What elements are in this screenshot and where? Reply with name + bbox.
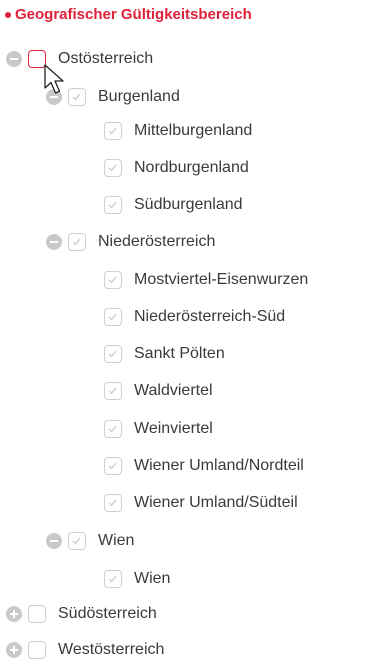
node-label-niederoesterreich-sued: Niederösterreich-Süd [134,308,286,325]
tree-node-mittelburgenland: Mittelburgenland [104,119,252,143]
checkbox-wien-group[interactable] [68,532,86,550]
tree-node-suedburgenland: Südburgenland [104,193,243,217]
checkbox-mittelburgenland[interactable] [104,122,122,140]
collapse-toggle-icon[interactable] [6,51,22,67]
tree-node-mostviertel-eisenwurzen: Mostviertel-Eisenwurzen [104,268,308,292]
checkbox-waldviertel[interactable] [104,382,122,400]
node-label-waldviertel: Waldviertel [134,382,213,399]
expand-toggle-icon[interactable] [6,642,22,658]
collapse-toggle-icon[interactable] [46,234,62,250]
bullet-icon [5,11,11,18]
node-label-suedoesterreich: Südösterreich [58,605,157,622]
node-label-mittelburgenland: Mittelburgenland [134,122,253,139]
mouse-pointer-icon [44,64,64,94]
collapse-toggle-icon[interactable] [46,533,62,549]
tree-node-wiener-umland-suedteil: Wiener Umland/Südteil [104,491,298,515]
checkbox-wiener-umland-nordteil[interactable] [104,457,122,475]
checkbox-westoesterreich[interactable] [28,641,46,659]
tree-node-wien: Wien [104,567,170,591]
tree-node-wiener-umland-nordteil: Wiener Umland/Nordteil [104,454,304,478]
checkbox-wien[interactable] [104,570,122,588]
node-label-nordburgenland: Nordburgenland [134,159,249,176]
node-label-weinviertel: Weinviertel [134,420,213,437]
tree-node-nordburgenland: Nordburgenland [104,156,249,180]
node-label-niederoesterreich: Niederösterreich [98,233,216,250]
node-label-wien-group: Wien [98,532,135,549]
tree-node-niederoesterreich-sued: Niederösterreich-Süd [104,305,285,329]
tree-node-waldviertel: Waldviertel [104,379,213,403]
section-title-text: Geografischer Gültigkeitsbereich [15,6,252,23]
tree-node-wien-group: Wien [46,529,134,553]
checkbox-mostviertel-eisenwurzen[interactable] [104,271,122,289]
tree-node-suedoesterreich: Südösterreich [6,602,157,626]
node-label-wiener-umland-suedteil: Wiener Umland/Südteil [134,494,298,511]
tree-node-westoesterreich: Westösterreich [6,638,164,662]
checkbox-burgenland[interactable] [68,88,86,106]
node-label-ostoesterreich: Ostösterreich [58,50,154,67]
checkbox-niederoesterreich-sued[interactable] [104,308,122,326]
node-label-wiener-umland-nordteil: Wiener Umland/Nordteil [134,457,304,474]
node-label-suedburgenland: Südburgenland [134,196,243,213]
checkbox-niederoesterreich[interactable] [68,233,86,251]
checkbox-wiener-umland-suedteil[interactable] [104,494,122,512]
node-label-mostviertel-eisenwurzen: Mostviertel-Eisenwurzen [134,271,309,288]
tree-node-weinviertel: Weinviertel [104,417,213,441]
tree-node-ostoesterreich: Ostösterreich [6,47,153,71]
node-label-wien: Wien [134,570,171,587]
node-label-westoesterreich: Westösterreich [58,641,165,658]
checkbox-suedburgenland[interactable] [104,196,122,214]
checkbox-sankt-poelten[interactable] [104,345,122,363]
node-label-burgenland: Burgenland [98,88,180,105]
tree-node-niederoesterreich: Niederösterreich [46,230,215,254]
checkbox-nordburgenland[interactable] [104,159,122,177]
checkbox-suedoesterreich[interactable] [28,605,46,623]
checkbox-weinviertel[interactable] [104,420,122,438]
section-title: Geografischer Gültigkeitsbereich [5,6,252,23]
expand-toggle-icon[interactable] [6,606,22,622]
node-label-sankt-poelten: Sankt Pölten [134,345,225,362]
tree-node-sankt-poelten: Sankt Pölten [104,342,225,366]
